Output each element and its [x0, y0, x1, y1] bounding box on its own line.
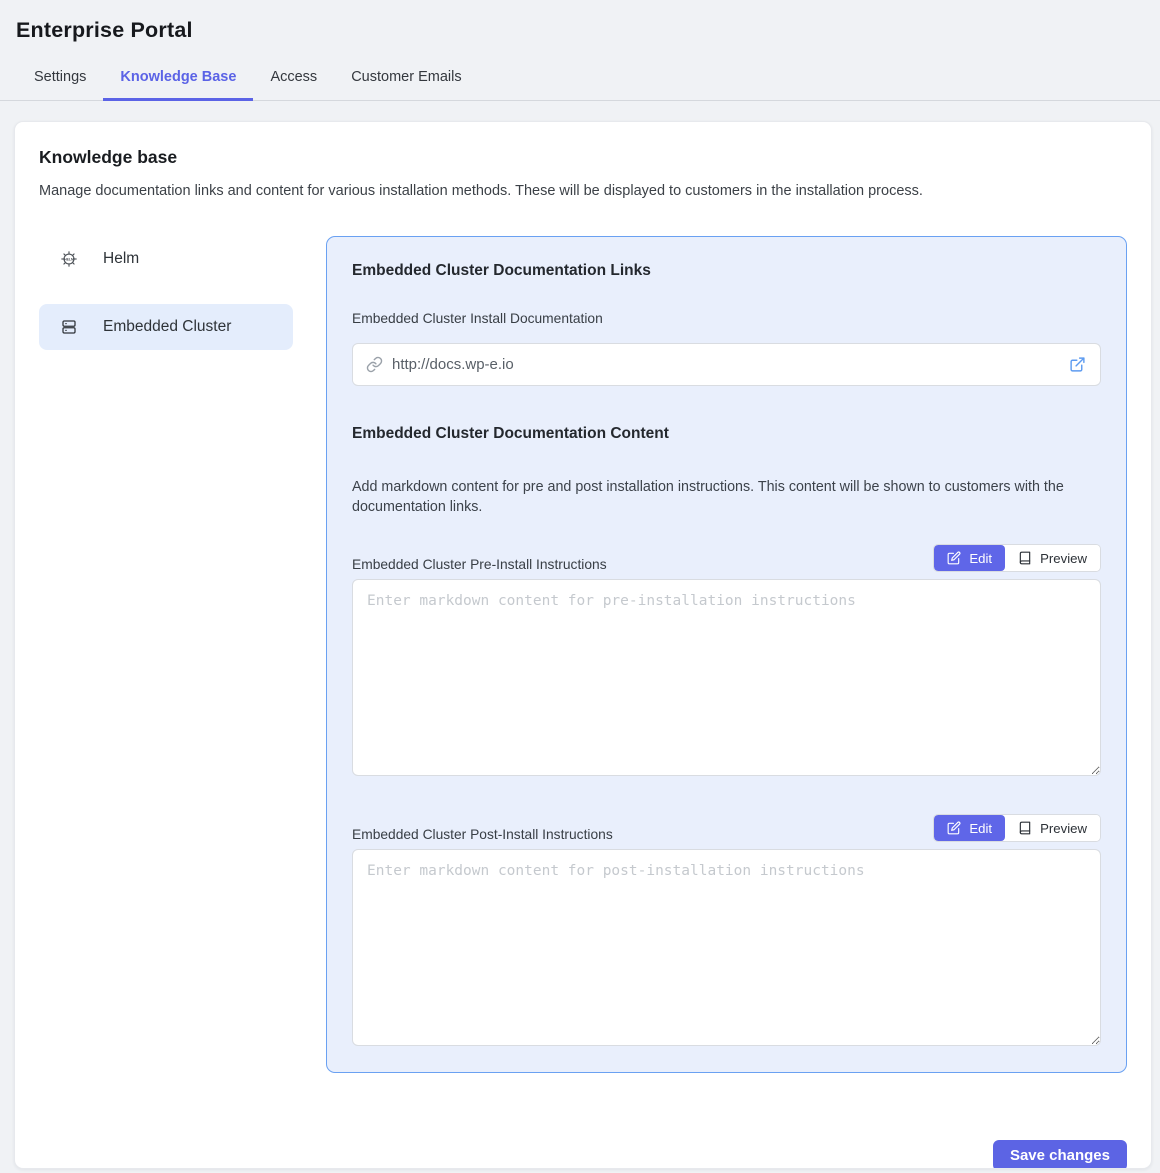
sidebar-item-label: Embedded Cluster [103, 318, 231, 336]
pre-install-field-row: Embedded Cluster Pre-Install Instruction… [352, 544, 1101, 572]
page-title: Enterprise Portal [16, 18, 1144, 43]
sidebar-item-embedded-cluster[interactable]: Embedded Cluster [39, 304, 293, 350]
sidebar-item-label: Helm [103, 250, 139, 268]
server-stack-icon [60, 318, 78, 336]
install-doc-label: Embedded Cluster Install Documentation [352, 311, 1101, 326]
install-doc-input-wrap [352, 343, 1101, 386]
post-install-edit-button[interactable]: Edit [934, 815, 1005, 841]
tab-customer-emails[interactable]: Customer Emails [334, 59, 478, 101]
post-install-mode-toggle: Edit Preview [933, 814, 1101, 842]
external-link-icon[interactable] [1069, 356, 1086, 373]
tab-bar: Settings Knowledge Base Access Customer … [0, 59, 1160, 101]
edit-button-label: Edit [969, 551, 992, 566]
edit-button-label: Edit [969, 821, 992, 836]
svg-text:HELM: HELM [64, 257, 74, 261]
pre-install-mode-toggle: Edit Preview [933, 544, 1101, 572]
tab-access[interactable]: Access [253, 59, 334, 101]
content-section-description: Add markdown content for pre and post in… [352, 477, 1101, 517]
post-install-preview-button[interactable]: Preview [1005, 815, 1100, 841]
link-icon [366, 356, 383, 373]
sidebar-item-helm[interactable]: HELM Helm [39, 236, 293, 282]
helm-icon: HELM [60, 250, 78, 268]
install-doc-url-input[interactable] [392, 356, 1069, 373]
knowledge-base-card: Knowledge base Manage documentation link… [14, 121, 1152, 1169]
embedded-cluster-panel: Embedded Cluster Documentation Links Emb… [326, 236, 1127, 1073]
content-row: HELM Helm Embedded Cluster [39, 236, 1127, 1073]
preview-button-label: Preview [1040, 551, 1087, 566]
post-install-textarea[interactable] [352, 849, 1101, 1046]
post-install-label: Embedded Cluster Post-Install Instructio… [352, 827, 613, 842]
book-icon [1018, 551, 1032, 565]
card-heading: Knowledge base [39, 147, 1127, 168]
save-changes-button[interactable]: Save changes [993, 1140, 1127, 1169]
book-icon [1018, 821, 1032, 835]
card-footer: Save changes [39, 1140, 1127, 1169]
links-section-heading: Embedded Cluster Documentation Links [352, 262, 1101, 280]
content-section-heading: Embedded Cluster Documentation Content [352, 425, 1101, 443]
post-install-field-row: Embedded Cluster Post-Install Instructio… [352, 814, 1101, 842]
card-description: Manage documentation links and content f… [39, 182, 1127, 200]
app-header: Enterprise Portal [0, 0, 1160, 43]
edit-icon [947, 821, 961, 835]
pre-install-preview-button[interactable]: Preview [1005, 545, 1100, 571]
pre-install-textarea[interactable] [352, 579, 1101, 776]
install-method-nav: HELM Helm Embedded Cluster [39, 236, 293, 372]
pre-install-label: Embedded Cluster Pre-Install Instruction… [352, 557, 607, 572]
pre-install-edit-button[interactable]: Edit [934, 545, 1005, 571]
tab-settings[interactable]: Settings [17, 59, 103, 101]
preview-button-label: Preview [1040, 821, 1087, 836]
tab-knowledge-base[interactable]: Knowledge Base [103, 59, 253, 101]
edit-icon [947, 551, 961, 565]
